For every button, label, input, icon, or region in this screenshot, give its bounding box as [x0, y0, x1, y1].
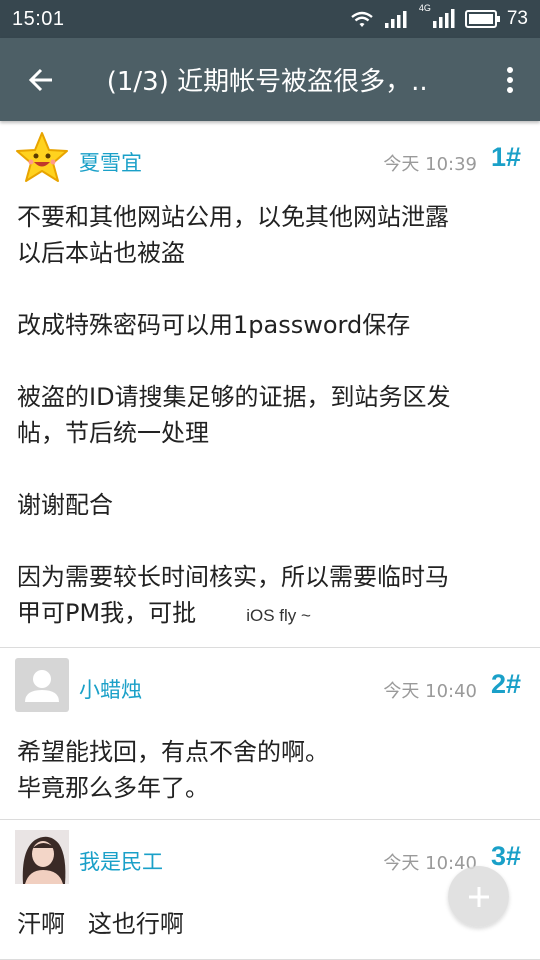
post-header: 夏雪宜 今天 10:39 1#: [0, 121, 540, 193]
floor-number: 2#: [490, 669, 521, 699]
new-reply-fab[interactable]: [448, 866, 509, 927]
content-line: [17, 271, 522, 307]
content-line: [17, 451, 522, 487]
post-content: 希望能找回，有点不舍的啊。 毕竟那么多年了。: [0, 720, 540, 830]
content-line: 改成特殊密码可以用1password保存: [17, 311, 411, 339]
post-header: 小蜡烛 今天 10:40 2#: [0, 658, 540, 730]
default-user-avatar[interactable]: [15, 658, 69, 712]
content-line: 汗啊 这也行啊: [17, 910, 184, 938]
arrow-left-icon: [29, 68, 53, 91]
post-time: 今天 10:40: [383, 681, 477, 702]
content-line: [17, 343, 522, 379]
post-time: 今天 10:39: [383, 154, 477, 175]
username[interactable]: 夏雪宜: [79, 147, 142, 177]
star-avatar-icon: [16, 132, 68, 182]
star-avatar[interactable]: [15, 131, 69, 185]
user-silhouette-icon: [25, 670, 59, 702]
content-line: [17, 523, 522, 559]
signal-icon: [384, 11, 407, 28]
content-line: 希望能找回，有点不舍的啊。: [17, 738, 329, 766]
network-type-label: 4G: [418, 3, 431, 13]
post-list: 夏雪宜 今天 10:39 1# 不要和其他网站公用，以免其他网站泄露 以后本站也…: [0, 121, 540, 960]
battery-indicator: 73: [464, 8, 528, 30]
signal-4g-icon: 4G: [419, 3, 456, 29]
content-line: 毕竟那么多年了。: [17, 774, 209, 802]
battery-icon: [464, 10, 500, 28]
floor-number: 1#: [490, 142, 521, 172]
status-bar: 15:01 4G 73: [0, 0, 540, 38]
post-content: 不要和其他网站公用，以免其他网站泄露 以后本站也被盗 改成特殊密码可以用1pas…: [0, 193, 540, 658]
battery-level: 73: [506, 8, 528, 29]
more-vertical-icon: [507, 66, 514, 93]
content-line-with-signature: 甲可PM我，可批 iOS fly ~: [17, 595, 522, 634]
content-line: 帖，节后统一处理: [17, 419, 209, 447]
content-line: 以后本站也被盗: [17, 239, 185, 267]
post-signature: iOS fly ~: [246, 606, 311, 625]
content-line: 被盗的ID请搜集足够的证据，到站务区发: [17, 383, 451, 411]
thread-title: (1/3) 近期帐号被盗很多，..: [106, 67, 428, 97]
photo-avatar[interactable]: [15, 830, 69, 884]
content-line: 因为需要较长时间核实，所以需要临时马: [17, 563, 449, 591]
username[interactable]: 小蜡烛: [79, 674, 142, 704]
app-bar: (1/3) 近期帐号被盗很多，..: [0, 38, 540, 121]
status-icons: 4G 73: [349, 3, 528, 30]
photo-avatar-image: [15, 830, 69, 884]
plus-icon: [468, 886, 489, 907]
username[interactable]: 我是民工: [79, 846, 163, 876]
content-line: 甲可PM我，可批: [17, 599, 197, 627]
wifi-icon: [351, 11, 373, 27]
status-time: 15:01: [12, 7, 65, 30]
post-item: 小蜡烛 今天 10:40 2# 希望能找回，有点不舍的啊。 毕竟那么多年了。: [0, 648, 540, 820]
content-line: 不要和其他网站公用，以免其他网站泄露: [17, 203, 449, 231]
floor-number: 3#: [490, 841, 521, 871]
more-options-button[interactable]: [481, 38, 540, 121]
content-line: 谢谢配合: [17, 491, 113, 519]
back-button[interactable]: [0, 38, 83, 121]
post-item: 夏雪宜 今天 10:39 1# 不要和其他网站公用，以免其他网站泄露 以后本站也…: [0, 121, 540, 648]
